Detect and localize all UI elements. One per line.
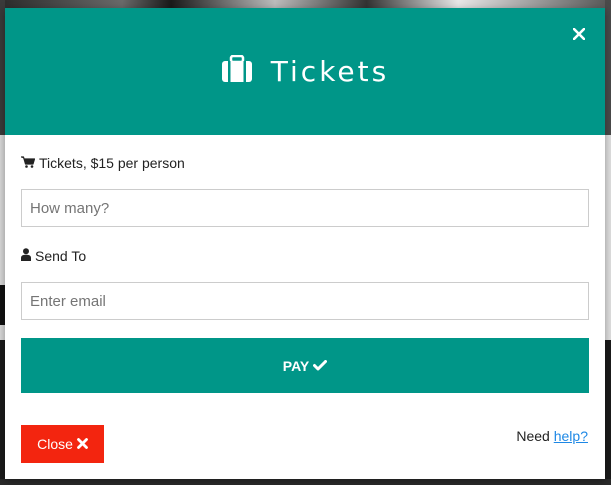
close-button[interactable]: Close [21,425,104,463]
pay-button-label: PAY [282,357,310,374]
shopping-cart-icon [21,155,39,171]
modal-header: Tickets [5,8,605,135]
quantity-input[interactable] [21,189,589,227]
x-icon [73,436,88,452]
email-field[interactable] [21,282,589,320]
send-to-label-text: Send To [35,248,87,264]
backdrop-right [605,0,611,485]
backdrop-top [0,0,611,8]
close-button-label: Close [37,436,73,452]
briefcase-icon [221,54,253,88]
tickets-label: Tickets, $15 per person [21,153,185,173]
modal-title: Tickets [5,8,605,135]
close-icon[interactable] [567,22,591,46]
tickets-label-text: Tickets, $15 per person [39,155,185,171]
user-icon [21,248,35,264]
need-help-text: Need help? [516,428,588,444]
modal-title-text: Tickets [270,55,390,88]
backdrop-bottom [0,479,611,485]
tickets-modal: Tickets Tickets, $15 per person How many… [5,8,605,479]
checkmark-icon [309,358,328,374]
pay-button[interactable]: PAY [21,338,589,393]
send-to-label: Send To [21,246,86,266]
help-link[interactable]: help? [554,428,588,444]
need-text: Need [516,428,550,444]
